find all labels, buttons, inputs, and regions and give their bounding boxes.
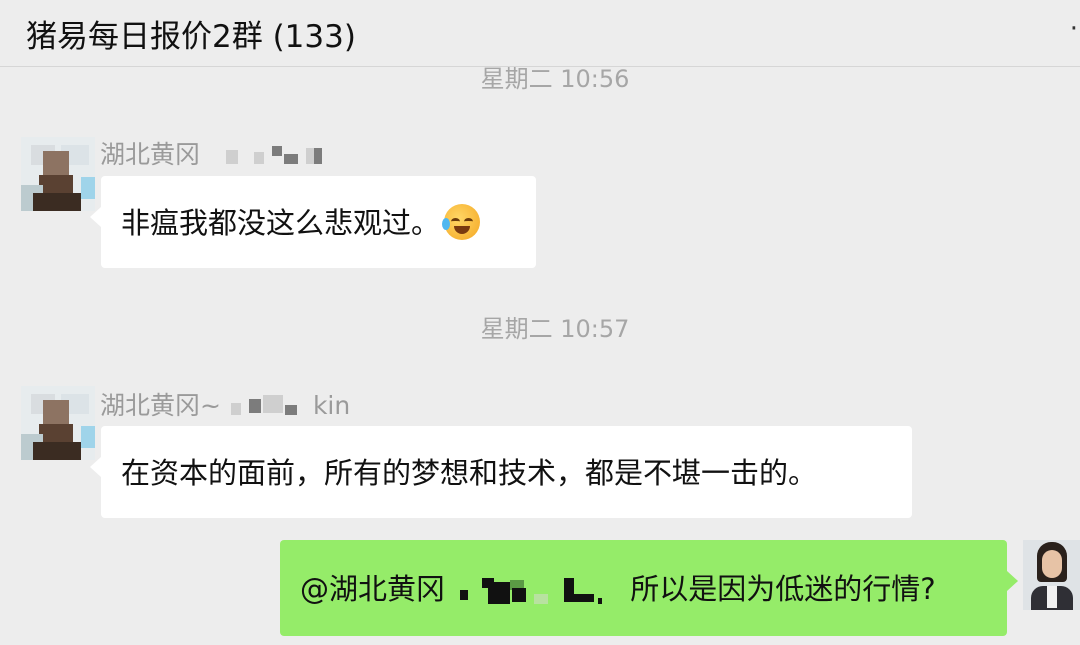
more-dots-icon[interactable]: · <box>1070 14 1078 44</box>
sender-name: 湖北黄冈 <box>100 135 354 171</box>
sender-name-text: 湖北黄冈 <box>100 140 201 169</box>
sender-name-text: 湖北黄冈~ <box>100 391 221 420</box>
redacted-name <box>223 393 313 421</box>
message-text: 非瘟我都没这么悲观过。 <box>121 206 441 240</box>
redacted-name <box>214 142 354 170</box>
chat-title[interactable]: 猪易每日报价2群 (133) <box>26 11 356 56</box>
sender-name: 湖北黄冈~ kin <box>100 386 350 422</box>
message-text: 在资本的面前，所有的梦想和技术，都是不堪一击的。 <box>121 456 818 490</box>
timestamp: 星期二 10:56 <box>480 65 630 93</box>
message-text: 所以是因为低迷的行情? <box>630 572 936 606</box>
message-bubble[interactable]: 非瘟我都没这么悲观过。 <box>90 176 536 268</box>
redacted-name <box>454 576 630 606</box>
avatar[interactable] <box>21 386 95 460</box>
chat-header: 猪易每日报价2群 (133) · <box>0 0 1080 67</box>
face-with-tears-of-joy-emoji <box>442 204 481 240</box>
timestamp: 星期二 10:57 <box>480 315 630 343</box>
sender-name-tail: kin <box>312 391 351 420</box>
own-message-bubble[interactable]: @湖北黄冈 所以是因为低迷的行情? <box>280 540 1018 636</box>
message-bubble[interactable]: 在资本的面前，所有的梦想和技术，都是不堪一击的。 <box>90 426 912 518</box>
avatar[interactable] <box>21 137 95 211</box>
own-avatar[interactable] <box>1023 540 1080 610</box>
mention-text[interactable]: @湖北黄冈 <box>300 572 445 606</box>
